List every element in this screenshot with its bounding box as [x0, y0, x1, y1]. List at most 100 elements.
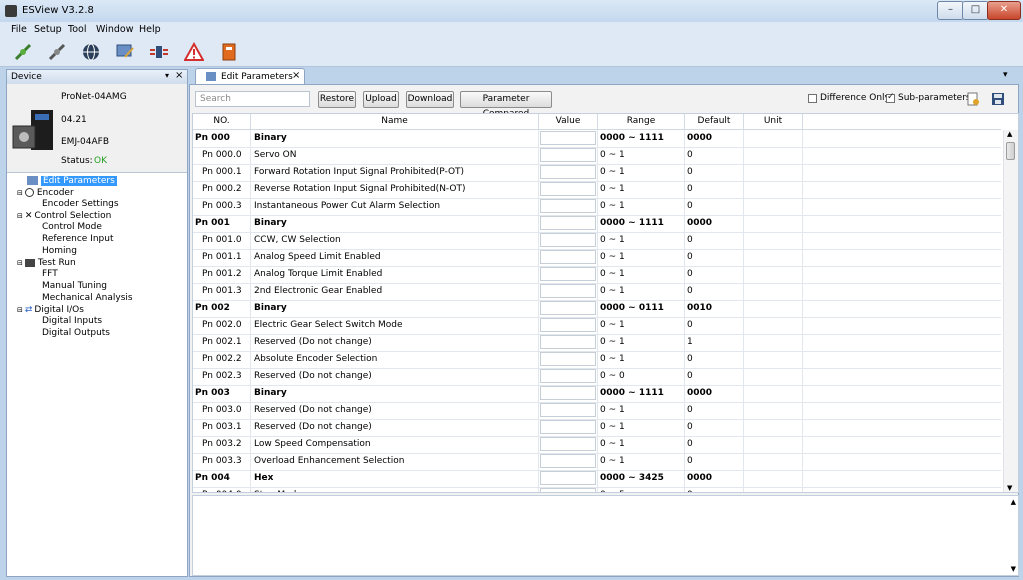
table-row[interactable]: Pn 000.2 Reverse Rotation Input Signal Pr…	[193, 181, 1001, 199]
pane-scroll-down-icon[interactable]: ▼	[1011, 565, 1016, 573]
tree-item-digital-inputs[interactable]: Digital Inputs	[42, 316, 102, 327]
param-value-cell[interactable]	[539, 453, 598, 470]
scrollbar-thumb[interactable]	[1006, 142, 1015, 160]
disconnect-icon[interactable]	[46, 41, 68, 63]
menu-window[interactable]: Window	[96, 24, 133, 35]
table-row[interactable]: Pn 001.1 Analog Speed Limit Enabled 0 ~ 10	[193, 249, 1001, 267]
column-name[interactable]: Name	[251, 114, 539, 129]
upload-button[interactable]: Upload	[363, 91, 399, 108]
alarm-warning-icon[interactable]	[183, 41, 205, 63]
value-input[interactable]	[540, 148, 596, 162]
table-row[interactable]: Pn 003.2 Low Speed Compensation 0 ~ 10	[193, 436, 1001, 454]
tab-close-icon[interactable]: ×	[292, 70, 300, 81]
param-value-cell[interactable]	[539, 130, 598, 147]
vertical-scrollbar[interactable]: ▲ ▼	[1003, 130, 1018, 492]
value-input[interactable]	[540, 335, 596, 349]
param-value-cell[interactable]	[539, 232, 598, 249]
menu-setup[interactable]: Setup	[34, 24, 62, 35]
table-row[interactable]: Pn 004.0Stop Mode 0 ~ 50	[193, 487, 1001, 492]
table-row[interactable]: Pn 000.3 Instantaneous Power Cut Alarm Se…	[193, 198, 1001, 216]
expand-icon[interactable]: ⊟	[17, 212, 23, 220]
value-input[interactable]	[540, 131, 596, 145]
manual-book-icon[interactable]	[218, 41, 240, 63]
value-input[interactable]	[540, 369, 596, 383]
table-row[interactable]: Pn 000.0 Servo ON 0 ~ 10	[193, 147, 1001, 165]
table-row[interactable]: Pn 001 Binary 0000 ~ 1111 0000	[193, 215, 1001, 233]
value-input[interactable]	[540, 471, 596, 485]
tree-item-homing[interactable]: Homing	[42, 246, 77, 257]
tree-item-edit-parameters[interactable]: Edit Parameters	[27, 176, 117, 187]
table-row[interactable]: Pn 002 Binary 0000 ~ 0111 0010	[193, 300, 1001, 318]
param-value-cell[interactable]	[539, 317, 598, 334]
value-input[interactable]	[540, 250, 596, 264]
tree-item-control-mode[interactable]: Control Mode	[42, 222, 102, 233]
table-row[interactable]: Pn 001.2 Analog Torque Limit Enabled 0 ~ 1…	[193, 266, 1001, 284]
param-value-cell[interactable]	[539, 487, 598, 492]
menu-tool[interactable]: Tool	[68, 24, 86, 35]
param-value-cell[interactable]	[539, 283, 598, 300]
param-value-cell[interactable]	[539, 215, 598, 232]
value-input[interactable]	[540, 318, 596, 332]
pane-scroll-up-icon[interactable]: ▲	[1011, 498, 1016, 506]
param-value-cell[interactable]	[539, 181, 598, 198]
tree-item-reference-input[interactable]: Reference Input	[42, 234, 114, 245]
table-row[interactable]: Pn 003.0 Reserved (Do not change) 0 ~ 10	[193, 402, 1001, 420]
value-input[interactable]	[540, 216, 596, 230]
value-input[interactable]	[540, 301, 596, 315]
value-input[interactable]	[540, 284, 596, 298]
scroll-up-icon[interactable]: ▲	[1007, 130, 1012, 138]
value-input[interactable]	[540, 182, 596, 196]
sub-parameters-checkbox[interactable]	[886, 92, 895, 103]
param-value-cell[interactable]	[539, 249, 598, 266]
search-input[interactable]	[195, 91, 310, 107]
minimize-button[interactable]: –	[937, 1, 964, 20]
expand-icon[interactable]: ⊟	[17, 189, 23, 197]
table-row[interactable]: Pn 000 Binary 0000 ~ 1111 0000	[193, 130, 1001, 148]
table-row[interactable]: Pn 003.1 Reserved (Do not change) 0 ~ 10	[193, 419, 1001, 437]
table-row[interactable]: Pn 001.3 2nd Electronic Gear Enabled 0 ~ 1…	[193, 283, 1001, 301]
menu-file[interactable]: File	[11, 24, 27, 35]
menu-help[interactable]: Help	[139, 24, 161, 35]
value-input[interactable]	[540, 403, 596, 417]
panel-close-icon[interactable]: ×	[175, 70, 183, 81]
column-unit[interactable]: Unit	[744, 114, 803, 129]
value-input[interactable]	[540, 352, 596, 366]
io-transfer-icon[interactable]	[148, 41, 170, 63]
table-row[interactable]: Pn 002.1 Reserved (Do not change) 0 ~ 11	[193, 334, 1001, 352]
column-no[interactable]: NO.	[193, 114, 251, 129]
tree-item-encoder-settings[interactable]: Encoder Settings	[42, 199, 119, 210]
restore-button[interactable]: Restore	[318, 91, 356, 108]
connect-icon[interactable]	[12, 41, 34, 63]
table-row[interactable]: Pn 003.3 Overload Enhancement Selection 0 …	[193, 453, 1001, 471]
scroll-down-icon[interactable]: ▼	[1007, 484, 1012, 492]
table-row[interactable]: Pn 002.3 Reserved (Do not change) 0 ~ 00	[193, 368, 1001, 386]
param-value-cell[interactable]	[539, 419, 598, 436]
param-value-cell[interactable]	[539, 164, 598, 181]
expand-icon[interactable]: ⊟	[17, 306, 23, 314]
tree-item-digital-ios[interactable]: ⊟ ⇄ Digital I/Os	[17, 305, 84, 316]
tree-item-mechanical-analysis[interactable]: Mechanical Analysis	[42, 293, 133, 304]
maximize-button[interactable]: □	[962, 1, 989, 20]
network-globe-icon[interactable]	[80, 41, 102, 63]
column-range[interactable]: Range	[598, 114, 685, 129]
parameter-compared-button[interactable]: Parameter Compared	[460, 91, 552, 119]
import-file-icon[interactable]	[967, 92, 980, 109]
param-value-cell[interactable]	[539, 198, 598, 215]
tab-menu-icon[interactable]: ▾	[1003, 70, 1008, 80]
sub-parameters-toggle[interactable]: Sub-parameters	[886, 92, 971, 103]
value-input[interactable]	[540, 199, 596, 213]
param-value-cell[interactable]	[539, 436, 598, 453]
param-value-cell[interactable]	[539, 385, 598, 402]
value-input[interactable]	[540, 165, 596, 179]
param-value-cell[interactable]	[539, 351, 598, 368]
panel-dropdown-icon[interactable]: ▾	[165, 71, 169, 80]
monitor-edit-icon[interactable]	[114, 41, 136, 63]
expand-icon[interactable]: ⊟	[17, 259, 23, 267]
param-value-cell[interactable]	[539, 300, 598, 317]
table-row[interactable]: Pn 002.0 Electric Gear Select Switch Mode…	[193, 317, 1001, 335]
tree-item-control-selection[interactable]: ⊟ ✕ Control Selection	[17, 211, 111, 222]
table-row[interactable]: Pn 002.2 Absolute Encoder Selection 0 ~ 10	[193, 351, 1001, 369]
tree-item-manual-tuning[interactable]: Manual Tuning	[42, 281, 107, 292]
table-row[interactable]: Pn 001.0 CCW, CW Selection 0 ~ 10	[193, 232, 1001, 250]
value-input[interactable]	[540, 454, 596, 468]
